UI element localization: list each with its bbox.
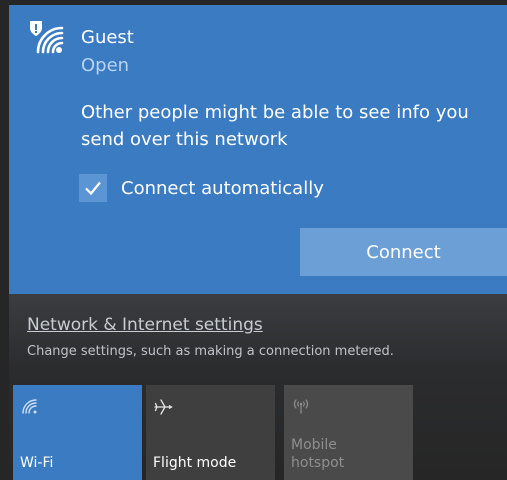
connect-automatically-checkbox[interactable]: Connect automatically (79, 172, 324, 204)
hotspot-icon (291, 397, 311, 419)
wifi-icon (20, 397, 38, 419)
network-name: Guest (81, 27, 134, 48)
quick-action-label: Flight mode (153, 455, 237, 471)
airplane-icon (153, 397, 173, 421)
network-internet-settings-link[interactable]: Network & Internet settings (27, 315, 263, 335)
connect-automatically-label: Connect automatically (121, 177, 324, 199)
network-security-status: Open (81, 55, 130, 76)
quick-action-flight-mode[interactable]: Flight mode (146, 385, 275, 480)
checkmark-icon[interactable] (79, 174, 107, 202)
quick-action-wifi[interactable]: Wi-Fi (13, 385, 142, 480)
network-warning-text: Other people might be able to see info y… (81, 102, 469, 150)
quick-action-label: Mobile hotspot (291, 437, 345, 471)
wifi-secured-warning-icon (28, 19, 64, 55)
network-item-expanded: Guest Open Other people might be able to… (9, 5, 507, 294)
connect-button[interactable]: Connect (300, 228, 507, 276)
settings-description: Change settings, such as making a connec… (27, 344, 394, 359)
network-flyout: Guest Open Other people might be able to… (0, 0, 507, 480)
quick-action-mobile-hotspot[interactable]: Mobile hotspot (284, 385, 413, 480)
quick-action-label: Wi-Fi (20, 455, 54, 471)
